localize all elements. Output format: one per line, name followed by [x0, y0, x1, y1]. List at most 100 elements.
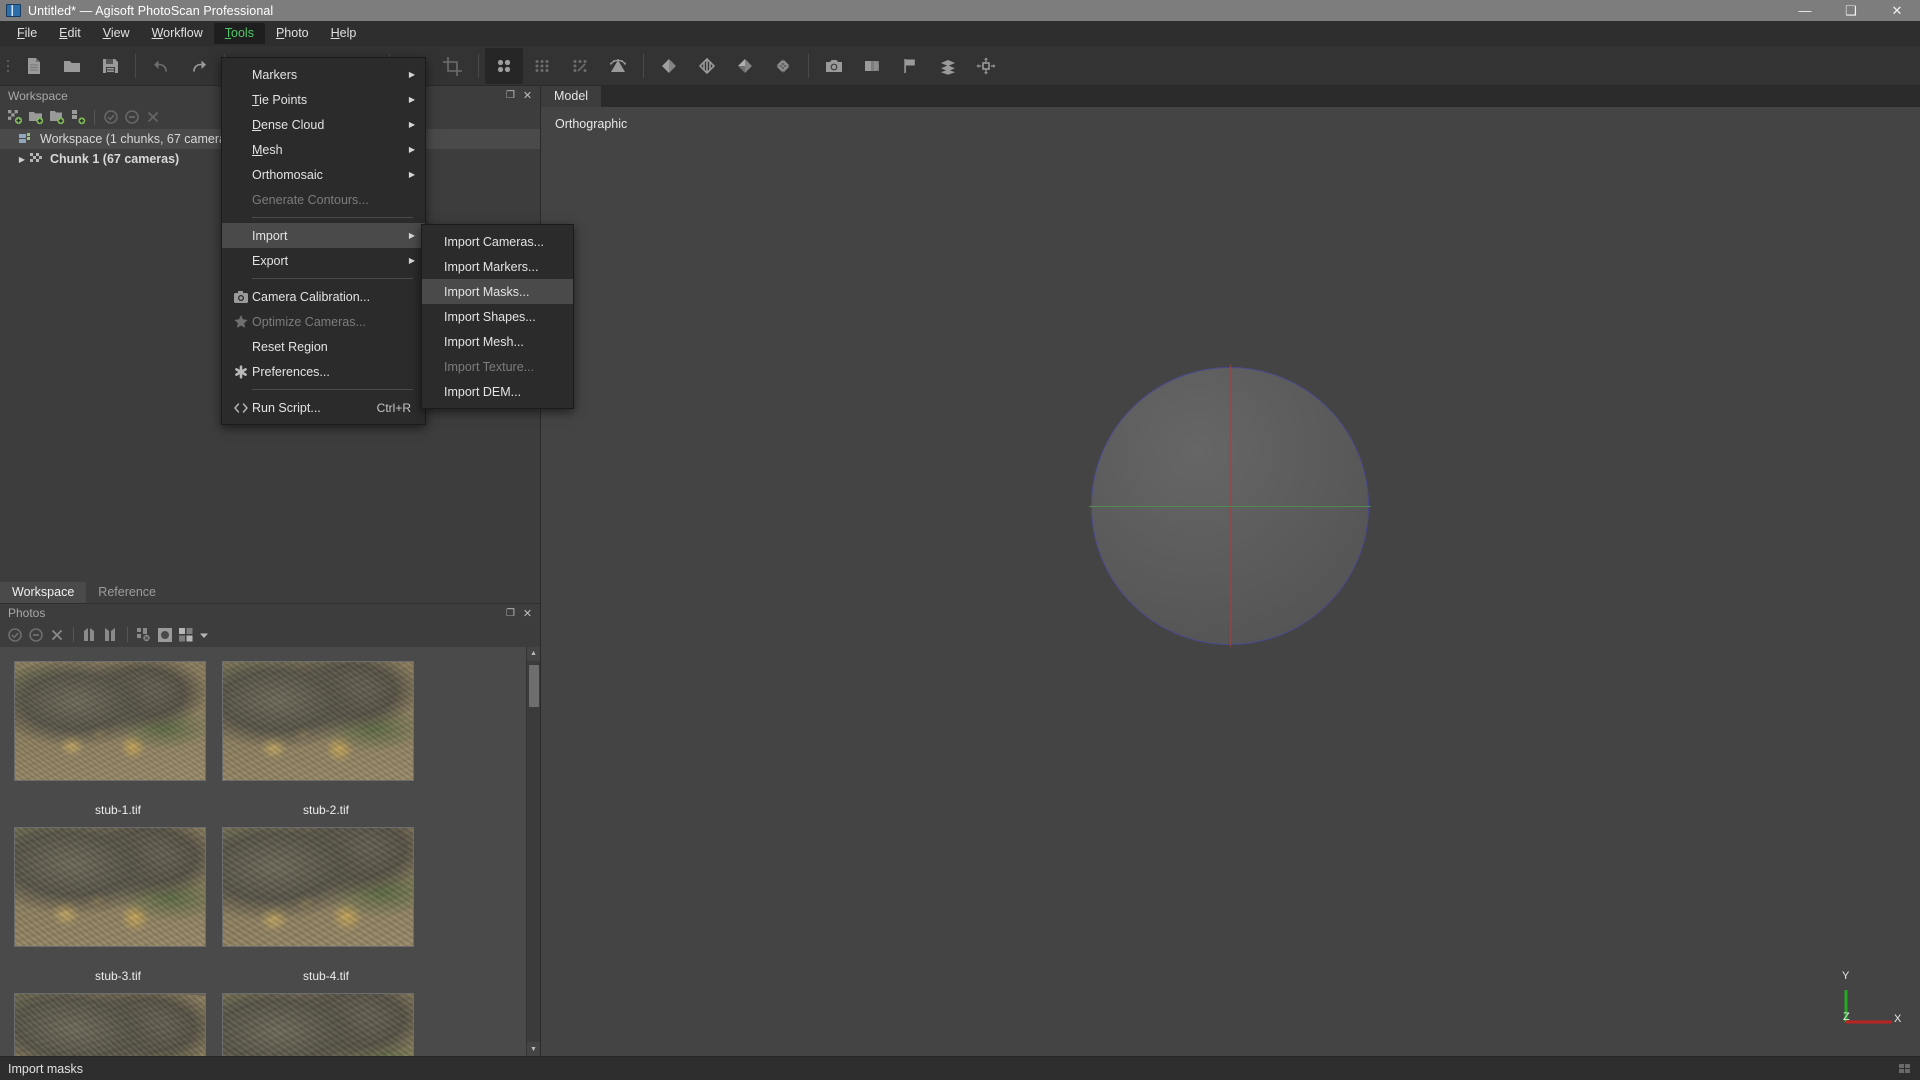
menu-item-markers[interactable]: Markers ▶ — [222, 62, 425, 87]
photoscan-icon — [6, 4, 21, 17]
disable-icon[interactable] — [122, 107, 142, 127]
photo-thumbnail[interactable] — [14, 661, 206, 781]
photos-scrollbar[interactable]: ▲ ▼ — [526, 647, 540, 1057]
menu-item-import-mesh[interactable]: Import Mesh... — [422, 329, 573, 354]
menu-item-import-markers[interactable]: Import Markers... — [422, 254, 573, 279]
show-dense-cloud-icon[interactable] — [523, 48, 561, 84]
photo-thumbnail[interactable] — [222, 993, 414, 1057]
list-item[interactable]: stub-4.tif — [222, 827, 430, 983]
scrollbar-thumb[interactable] — [529, 665, 539, 707]
thumbnail-size-icon[interactable] — [176, 625, 196, 645]
menu-edit[interactable]: Edit — [48, 23, 92, 45]
save-icon[interactable] — [91, 48, 129, 84]
menu-file[interactable]: File — [6, 23, 48, 45]
undo-icon[interactable] — [142, 48, 180, 84]
menu-item-dense-cloud[interactable]: Dense Cloud ▶ — [222, 112, 425, 137]
submenu-arrow-icon: ▶ — [409, 145, 415, 154]
menu-item-import-cameras[interactable]: Import Cameras... — [422, 229, 573, 254]
photos-panel: Photos ❐ ✕ — [0, 604, 540, 1057]
maximize-button[interactable]: ❑ — [1828, 0, 1874, 21]
photo-thumbnail[interactable] — [14, 993, 206, 1057]
reset-view-icon[interactable] — [967, 48, 1005, 84]
photo-thumbnail[interactable] — [222, 661, 414, 781]
rotate-left-icon[interactable] — [80, 625, 100, 645]
photos-toolbar-separator — [73, 627, 74, 642]
scroll-up-icon[interactable]: ▲ — [527, 647, 540, 661]
add-chunk-icon[interactable] — [5, 107, 25, 127]
list-item[interactable]: stub-3.tif — [14, 827, 222, 983]
tab-workspace[interactable]: Workspace — [0, 582, 86, 603]
menu-tools[interactable]: Tools — [214, 23, 265, 45]
list-item[interactable] — [14, 993, 222, 1057]
menu-item-import[interactable]: Import ▶ — [222, 223, 425, 248]
enable-photos-icon[interactable] — [5, 625, 25, 645]
remove-photos-icon[interactable] — [47, 625, 67, 645]
add-markers-icon[interactable] — [68, 107, 88, 127]
close-button[interactable]: ✕ — [1874, 0, 1920, 21]
photo-caption: stub-4.tif — [222, 969, 430, 983]
add-photos-icon[interactable] — [26, 107, 46, 127]
photos-float-icon[interactable]: ❐ — [502, 605, 519, 622]
show-markers-icon[interactable] — [891, 48, 929, 84]
photo-thumbnail[interactable] — [222, 827, 414, 947]
toolbar-grip[interactable] — [3, 53, 13, 79]
menu-item-import-masks[interactable]: Import Masks... — [422, 279, 573, 304]
menu-workflow[interactable]: Workflow — [141, 23, 214, 45]
minimize-button[interactable]: — — [1782, 0, 1828, 21]
redo-icon[interactable] — [180, 48, 218, 84]
mask-mode-icon[interactable] — [155, 625, 175, 645]
new-document-icon[interactable] — [15, 48, 53, 84]
tab-model[interactable]: Model — [541, 86, 601, 107]
open-folder-icon[interactable] — [53, 48, 91, 84]
list-item[interactable]: stub-2.tif — [222, 661, 430, 817]
menu-item-run-script[interactable]: Run Script... Ctrl+R — [222, 395, 425, 420]
scroll-down-icon[interactable]: ▼ — [527, 1042, 540, 1056]
region-sphere[interactable] — [1091, 367, 1369, 645]
menu-separator — [252, 389, 413, 390]
menu-item-import-cameras-label: Import Cameras... — [444, 235, 568, 249]
tree-item-chunk1-label: Chunk 1 (67 cameras) — [50, 152, 179, 166]
photo-thumbnail[interactable] — [14, 827, 206, 947]
dropdown-arrow-icon[interactable] — [197, 625, 211, 645]
rotate-right-icon[interactable] — [101, 625, 121, 645]
menu-item-export[interactable]: Export ▶ — [222, 248, 425, 273]
menu-item-import-dem[interactable]: Import DEM... — [422, 379, 573, 404]
remove-items-icon[interactable] — [143, 107, 163, 127]
show-mesh-solid-icon[interactable] — [726, 48, 764, 84]
menu-item-tie-points[interactable]: Tie Points ▶ — [222, 87, 425, 112]
tab-reference[interactable]: Reference — [86, 582, 168, 603]
photos-close-icon[interactable]: ✕ — [519, 605, 536, 622]
show-point-cloud-icon[interactable] — [485, 48, 523, 84]
menu-help[interactable]: Help — [320, 23, 368, 45]
chevron-right-icon[interactable]: ▶ — [15, 155, 29, 164]
show-tiled-model-icon[interactable] — [929, 48, 967, 84]
menu-item-orthomosaic[interactable]: Orthomosaic ▶ — [222, 162, 425, 187]
gizmo-label-x: X — [1894, 1013, 1901, 1025]
menu-item-mesh[interactable]: Mesh ▶ — [222, 137, 425, 162]
show-thumbnails-icon[interactable] — [853, 48, 891, 84]
menu-item-reset-region[interactable]: Reset Region — [222, 334, 425, 359]
menu-view[interactable]: View — [92, 23, 141, 45]
menu-item-import-shapes[interactable]: Import Shapes... — [422, 304, 573, 329]
workspace-float-icon[interactable]: ❐ — [502, 87, 519, 104]
add-folder-icon[interactable] — [47, 107, 67, 127]
menu-item-camera-calibration[interactable]: Camera Calibration... — [222, 284, 425, 309]
disable-photos-icon[interactable] — [26, 625, 46, 645]
reset-masks-icon[interactable] — [134, 625, 154, 645]
menu-item-preferences[interactable]: Preferences... — [222, 359, 425, 384]
show-dense-cloud-classes-icon[interactable] — [561, 48, 599, 84]
model-viewport[interactable]: Orthographic Y X Z — [541, 107, 1920, 1056]
show-mesh-confidence-icon[interactable] — [764, 48, 802, 84]
show-dem-icon[interactable] — [599, 48, 637, 84]
grid-indicator-icon — [1898, 1062, 1920, 1076]
menu-photo[interactable]: Photo — [265, 23, 320, 45]
workspace-close-icon[interactable]: ✕ — [519, 87, 536, 104]
enable-icon[interactable] — [101, 107, 121, 127]
show-mesh-shaded-icon[interactable] — [650, 48, 688, 84]
crop-selection-icon[interactable] — [434, 48, 472, 84]
show-cameras-icon[interactable] — [815, 48, 853, 84]
list-item[interactable] — [222, 993, 430, 1057]
show-mesh-wireframe-icon[interactable] — [688, 48, 726, 84]
list-item[interactable]: stub-1.tif — [14, 661, 222, 817]
camera-icon — [230, 291, 252, 303]
